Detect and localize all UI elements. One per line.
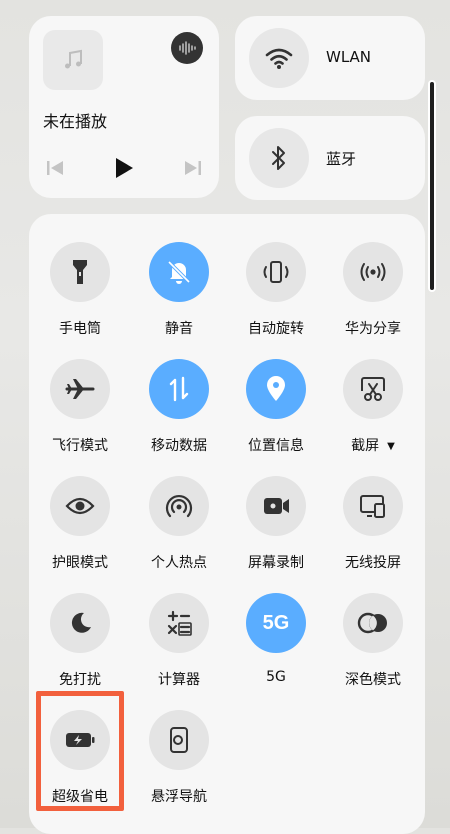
toggle-auto-rotate[interactable]: 自动旋转 bbox=[226, 214, 326, 337]
video-camera-icon bbox=[246, 476, 306, 536]
wifi-icon bbox=[249, 28, 309, 88]
toggle-huawei-share[interactable]: 华为分享 bbox=[323, 214, 423, 337]
hotspot-icon bbox=[149, 476, 209, 536]
cast-screen-icon bbox=[343, 476, 403, 536]
location-pin-icon bbox=[246, 359, 306, 419]
flashlight-icon bbox=[50, 242, 110, 302]
mobile-data-icon bbox=[149, 359, 209, 419]
eye-icon bbox=[50, 476, 110, 536]
dark-mode-icon bbox=[343, 593, 403, 653]
airplane-icon bbox=[50, 359, 110, 419]
scissors-icon bbox=[343, 359, 403, 419]
toggle-location[interactable]: 位置信息 bbox=[226, 331, 326, 454]
moon-icon bbox=[50, 593, 110, 653]
5g-icon: 5G bbox=[246, 593, 306, 653]
bluetooth-toggle[interactable]: 蓝牙 bbox=[235, 116, 425, 200]
toggle-label: 5G bbox=[266, 669, 286, 685]
bluetooth-icon bbox=[249, 128, 309, 188]
toggle-dark-mode[interactable]: 深色模式 bbox=[323, 565, 423, 688]
toggle-mute[interactable]: 静音 bbox=[129, 214, 229, 337]
toggle-floating-nav[interactable]: 悬浮导航 bbox=[129, 682, 229, 805]
toggle-mobile-data[interactable]: 移动数据 bbox=[129, 331, 229, 454]
sound-wave-icon[interactable] bbox=[171, 32, 203, 64]
next-track-icon[interactable] bbox=[181, 156, 205, 180]
bluetooth-label: 蓝牙 bbox=[326, 150, 357, 168]
media-card[interactable]: 未在播放 bbox=[29, 16, 219, 198]
toggle-screenshot[interactable]: 截屏 ▼ bbox=[323, 331, 423, 454]
media-title: 未在播放 bbox=[43, 112, 108, 131]
float-nav-icon bbox=[149, 710, 209, 770]
toggle-hotspot[interactable]: 个人热点 bbox=[129, 448, 229, 571]
auto-rotate-icon bbox=[246, 242, 306, 302]
scroll-indicator[interactable] bbox=[428, 80, 436, 292]
music-note-icon bbox=[43, 30, 103, 90]
toggle-eye-comfort[interactable]: 护眼模式 bbox=[30, 448, 130, 571]
wlan-label: WLAN bbox=[326, 48, 372, 66]
mute-bell-icon bbox=[149, 242, 209, 302]
highlight-box bbox=[36, 691, 124, 811]
5g-icon-text: 5G bbox=[262, 611, 290, 634]
toggle-do-not-disturb[interactable]: 免打扰 bbox=[30, 565, 130, 688]
toggle-screen-record[interactable]: 屏幕录制 bbox=[226, 448, 326, 571]
toggle-wireless-projection[interactable]: 无线投屏 bbox=[323, 448, 423, 571]
play-icon[interactable] bbox=[112, 156, 136, 180]
wlan-toggle[interactable]: WLAN bbox=[235, 16, 425, 100]
calculator-icon bbox=[149, 593, 209, 653]
toggle-5g[interactable]: 5G 5G bbox=[226, 565, 326, 685]
share-wireless-icon bbox=[343, 242, 403, 302]
previous-track-icon[interactable] bbox=[43, 156, 67, 180]
toggle-label: 悬浮导航 bbox=[151, 789, 207, 805]
toggle-label: 深色模式 bbox=[345, 672, 401, 688]
toggle-airplane[interactable]: 飞行模式 bbox=[30, 331, 130, 454]
toggle-flashlight[interactable]: 手电筒 bbox=[30, 214, 130, 337]
toggle-calculator[interactable]: 计算器 bbox=[129, 565, 229, 688]
